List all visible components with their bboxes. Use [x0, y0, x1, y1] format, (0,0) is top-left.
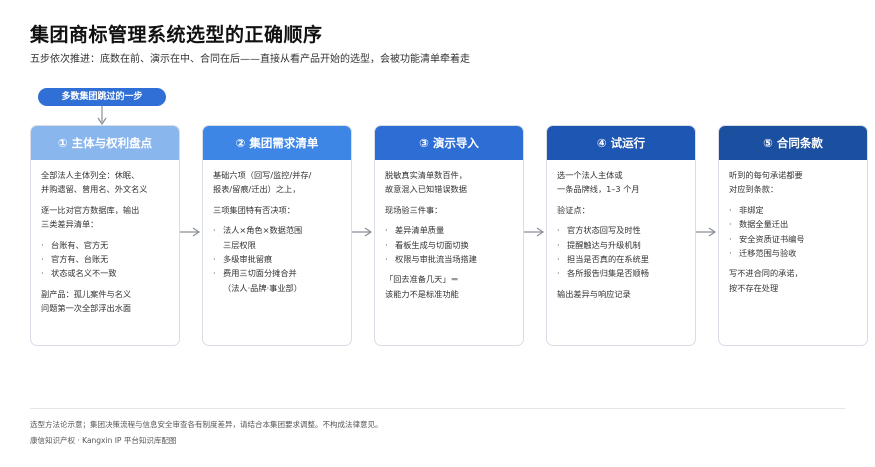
- step-3-note: 「回去准备几天」＝ 该能力不是标准功能: [385, 272, 513, 301]
- step-4-detail: 验证点：: [557, 203, 685, 217]
- step-1-detail: 逐一比对官方数据库，输出 三类差异清单：: [41, 203, 169, 232]
- step-1-note-line: 副产品：孤儿案件与名义: [41, 288, 132, 299]
- arrow-right-icon: [352, 227, 373, 237]
- list-item: · 官方状态回写及时性: [557, 225, 641, 236]
- step-5-intro-line: 听到的每句承诺都要: [729, 170, 803, 180]
- list-item: · 数据全量迁出: [729, 219, 789, 230]
- step-1-list: · 台账有、官方无 · 官方有、台账无 · 状态或名义不一致: [41, 238, 169, 281]
- step-3-list: · 差异清单质量 · 看板生成与切面切换 · 权限与审批流当场搭建: [385, 223, 513, 266]
- list-item: · 非绑定: [729, 204, 764, 215]
- step-1-intro-line: 全部法人主体列全：休眠、: [41, 170, 140, 180]
- step-card-4: ④ 试运行 选一个法人主体或 一条品牌线，1–3 个月 验证点： · 官方状态回写…: [546, 125, 696, 346]
- step-5-intro: 听到的每句承诺都要 对应到条款：: [729, 168, 857, 197]
- step-1-note: 副产品：孤儿案件与名义 问题第一次全部浮出水面: [41, 287, 169, 316]
- arrow-right-icon: [180, 227, 201, 237]
- page-title: 集团商标管理系统选型的正确顺序: [30, 24, 323, 46]
- list-item: · 提醒触达与升级机制: [557, 239, 641, 250]
- step-2-intro-line: 基础六项（回写/监控/并存/: [213, 170, 312, 180]
- step-1-detail-line: 逐一比对官方数据库，输出: [41, 204, 140, 215]
- step-card-2: ② 集团需求清单 基础六项（回写/监控/并存/ 报表/留痕/迁出）之上， 三项集…: [202, 125, 352, 346]
- step-5-note: 写不进合同的承诺， 按不存在处理: [729, 266, 857, 295]
- step-4-note-line: 输出差异与响应记录: [557, 288, 631, 299]
- step-2-detail: 三项集团特有否决项：: [213, 203, 341, 217]
- list-item: · 差异清单质量: [385, 225, 445, 236]
- step-4-title: ④ 试运行: [547, 126, 695, 160]
- step-3-intro: 脱敏真实清单数百件， 故意混入已知错误数据: [385, 168, 513, 197]
- step-2-title: ② 集团需求清单: [203, 126, 351, 160]
- step-3-detail-line: 现场验三件事：: [385, 204, 443, 215]
- callout-pill: 多数集团跳过的一步: [38, 88, 166, 106]
- list-item: · 安全资质证书编号: [729, 233, 805, 244]
- step-1-title: ① 主体与权利盘点: [31, 126, 179, 160]
- arrow-right-icon: [524, 227, 545, 237]
- step-1-note-line: 问题第一次全部浮出水面: [41, 303, 132, 314]
- step-card-5: ⑤ 合同条款 听到的每句承诺都要 对应到条款： · 非绑定 · 数据全量迁出 · 安全…: [718, 125, 868, 346]
- step-3-title: ③ 演示导入: [375, 126, 523, 160]
- step-4-intro-line: 选一个法人主体或: [557, 170, 623, 180]
- step-5-list: · 非绑定 · 数据全量迁出 · 安全资质证书编号 · 迁移范围与验收: [729, 203, 857, 261]
- footer-divider: [30, 408, 845, 409]
- list-item: · 法人×角色×数据范围: [213, 225, 303, 236]
- list-item: · 状态或名义不一致: [41, 268, 117, 279]
- list-item: · 官方有、台账无: [41, 254, 109, 265]
- step-5-note-line: 按不存在处理: [729, 282, 779, 293]
- step-5-note-line: 写不进合同的承诺，: [729, 268, 803, 279]
- step-4-intro: 选一个法人主体或 一条品牌线，1–3 个月: [557, 168, 685, 197]
- step-2-detail-line: 三项集团特有否决项：: [213, 204, 295, 215]
- list-item: · 权限与审批流当场搭建: [385, 254, 477, 265]
- step-4-detail-line: 验证点：: [557, 204, 590, 215]
- step-1-intro-line: 并购遗留、曾用名、外文名义: [41, 184, 148, 195]
- list-item: · 迁移范围与验收: [729, 248, 797, 259]
- step-1-intro: 全部法人主体列全：休眠、 并购遗留、曾用名、外文名义: [41, 168, 169, 197]
- list-item: · 多级审批留痕: [213, 254, 273, 265]
- step-3-detail: 现场验三件事：: [385, 203, 513, 217]
- step-4-note: 输出差异与响应记录: [557, 287, 685, 301]
- list-item: · 台账有、官方无: [41, 239, 109, 250]
- callout-arrow-icon: [97, 106, 107, 126]
- step-1-detail-line: 三类差异清单：: [41, 219, 99, 230]
- list-item-sub: 三层权限: [223, 239, 256, 250]
- footer-brand: 康信知识产权 · Kangxin IP 平台知识库配图: [30, 436, 177, 445]
- step-5-title: ⑤ 合同条款: [719, 126, 867, 160]
- list-item: · 各所报告归集是否顺畅: [557, 268, 649, 279]
- list-item-sub: （法人·品牌·事业部）: [223, 282, 302, 293]
- step-2-intro: 基础六项（回写/监控/并存/ 报表/留痕/迁出）之上，: [213, 168, 341, 197]
- step-3-intro-line: 故意混入已知错误数据: [385, 184, 467, 195]
- step-4-list: · 官方状态回写及时性 · 提醒触达与升级机制 · 担当是否真的在系统里 · 各所报告归…: [557, 223, 685, 281]
- step-card-1: ① 主体与权利盘点 全部法人主体列全：休眠、 并购遗留、曾用名、外文名义 逐一比…: [30, 125, 180, 346]
- page-subtitle: 五步依次推进：底数在前、演示在中、合同在后——直接从看产品开始的选型，会被功能清…: [30, 54, 470, 65]
- footer-note: 选型方法论示意；集团决策流程与信息安全审查各有制度差异，请结合本集团要求调整。不…: [30, 420, 383, 429]
- step-2-list: · 法人×角色×数据范围 三层权限 · 多级审批留痕 · 费用三切面分摊合并 （法人·…: [213, 223, 341, 295]
- step-2-intro-line: 报表/留痕/迁出）之上，: [213, 184, 301, 195]
- arrow-right-icon: [696, 227, 717, 237]
- step-card-3: ③ 演示导入 脱敏真实清单数百件， 故意混入已知错误数据 现场验三件事： · 差异…: [374, 125, 524, 346]
- step-3-intro-line: 脱敏真实清单数百件，: [385, 170, 467, 180]
- list-item: · 费用三切面分摊合并: [213, 268, 297, 279]
- list-item: · 看板生成与切面切换: [385, 239, 469, 250]
- step-3-note-line: 该能力不是标准功能: [385, 288, 459, 299]
- step-5-intro-line: 对应到条款：: [729, 184, 779, 195]
- step-3-note-line: 「回去准备几天」＝: [385, 274, 459, 285]
- step-4-intro-line: 一条品牌线，1–3 个月: [557, 184, 640, 195]
- list-item: · 担当是否真的在系统里: [557, 254, 649, 265]
